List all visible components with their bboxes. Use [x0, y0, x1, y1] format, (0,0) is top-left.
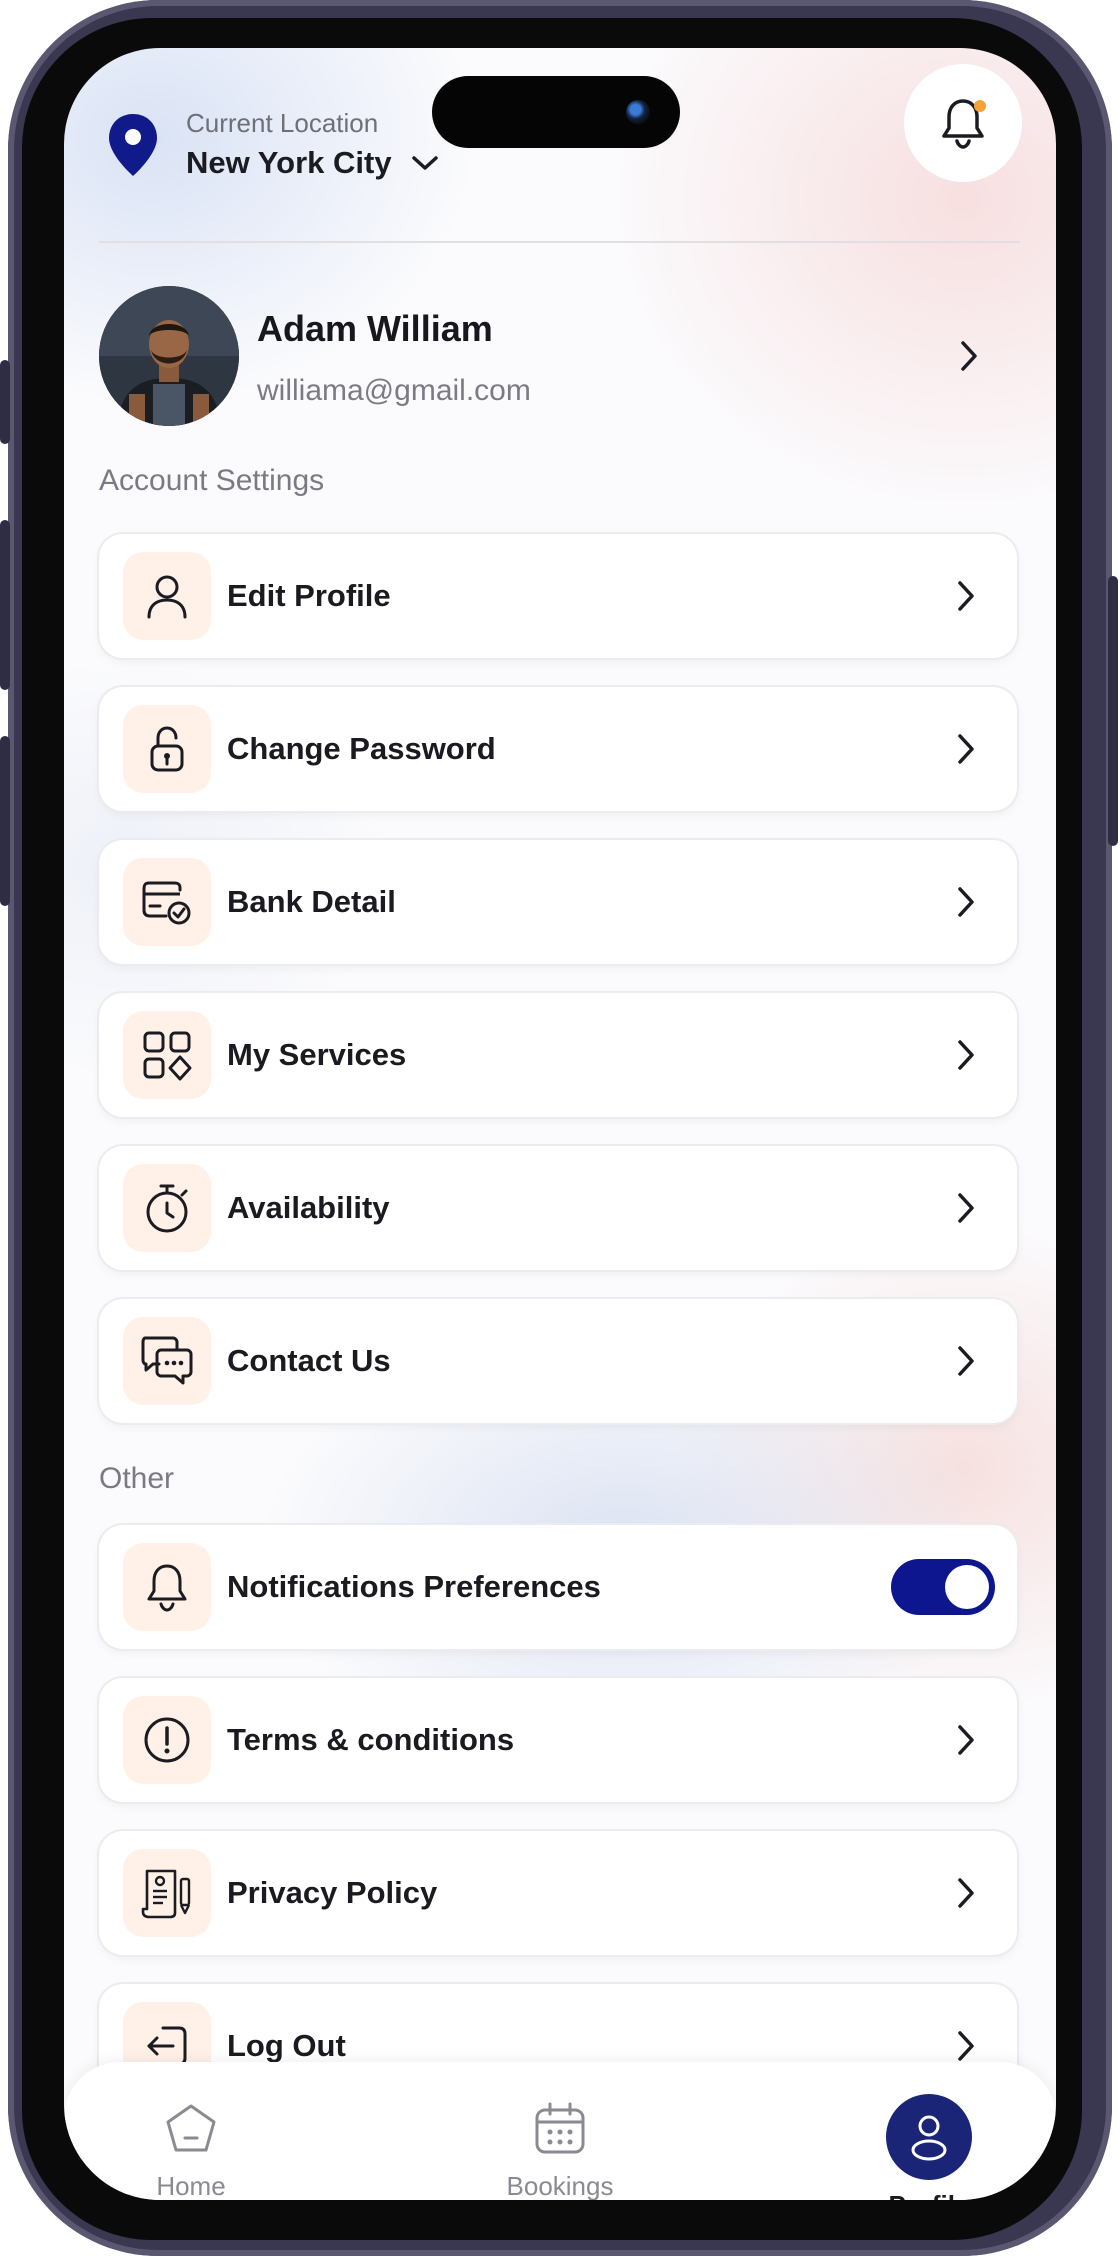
tab-profile[interactable]: Profile — [864, 2094, 994, 2200]
notifications-button[interactable] — [904, 64, 1022, 182]
edit-profile-button[interactable]: Edit Profile — [99, 534, 1017, 658]
my-services-label: My Services — [227, 1037, 407, 1072]
toggle-knob — [945, 1565, 989, 1609]
chevron-right-icon — [958, 1040, 974, 1070]
terms-conditions-label: Terms & conditions — [227, 1722, 515, 1757]
dynamic-island — [432, 76, 680, 148]
home-icon — [166, 2104, 216, 2152]
other-section-title: Other — [99, 1462, 175, 1495]
chevron-right-icon — [958, 1346, 974, 1376]
tab-bookings[interactable]: Bookings — [490, 2100, 630, 2200]
change-password-label: Change Password — [227, 731, 496, 766]
notification-dot — [974, 100, 986, 112]
account-settings-title: Account Settings — [99, 464, 325, 497]
chevron-right-icon — [958, 1878, 974, 1908]
phone-volume-down-button — [0, 736, 10, 906]
chevron-right-icon — [958, 1193, 974, 1223]
phone-power-button — [1108, 576, 1118, 846]
chevron-right-icon — [961, 341, 977, 371]
notifications-preferences-row: Notifications Preferences — [99, 1525, 1017, 1649]
tab-home-label: Home — [156, 2171, 226, 2200]
avatar — [99, 286, 239, 426]
bottom-tab-bar: Home Bookings Profile — [64, 2062, 1056, 2200]
privacy-policy-button[interactable]: Privacy Policy — [99, 1831, 1017, 1955]
tab-profile-label: Profile — [864, 2190, 994, 2200]
tab-bookings-label: Bookings — [506, 2171, 614, 2200]
privacy-policy-label: Privacy Policy — [227, 1875, 438, 1910]
alert-circle-icon — [123, 1696, 211, 1784]
contact-us-button[interactable]: Contact Us — [99, 1299, 1017, 1423]
terms-conditions-button[interactable]: Terms & conditions — [99, 1678, 1017, 1802]
profile-email: williama@gmail.com — [257, 374, 531, 407]
lock-icon — [123, 705, 211, 793]
chevron-right-icon — [958, 581, 974, 611]
chevron-right-icon — [958, 887, 974, 917]
my-services-button[interactable]: My Services — [99, 993, 1017, 1117]
change-password-button[interactable]: Change Password — [99, 687, 1017, 811]
stopwatch-icon — [123, 1164, 211, 1252]
bell-icon — [123, 1543, 211, 1631]
services-grid-icon — [123, 1011, 211, 1099]
location-selector[interactable]: Current Location New York City — [106, 108, 440, 181]
chat-bubbles-icon — [123, 1317, 211, 1405]
calendar-icon — [535, 2102, 585, 2154]
profile-icon — [911, 2115, 947, 2161]
tab-home[interactable]: Home — [126, 2100, 256, 2200]
location-value: New York City — [186, 145, 392, 180]
tab-profile-active-indicator — [886, 2094, 972, 2180]
user-icon — [123, 552, 211, 640]
chevron-right-icon — [958, 2031, 974, 2061]
profile-summary[interactable]: Adam William williama@gmail.com — [99, 286, 1020, 428]
camera-lens — [626, 100, 650, 124]
bank-detail-button[interactable]: Bank Detail — [99, 840, 1017, 964]
header-divider — [99, 241, 1020, 243]
phone-action-button — [0, 360, 10, 444]
location-pin-icon — [109, 113, 157, 176]
availability-button[interactable]: Availability — [99, 1146, 1017, 1270]
document-icon — [123, 1849, 211, 1937]
availability-label: Availability — [227, 1190, 390, 1225]
bank-detail-label: Bank Detail — [227, 884, 396, 919]
phone-volume-up-button — [0, 520, 10, 690]
location-label: Current Location — [186, 108, 379, 138]
notifications-toggle[interactable] — [891, 1559, 995, 1615]
card-check-icon — [123, 858, 211, 946]
screen: Current Location New York City Adam Will… — [64, 48, 1056, 2200]
chevron-right-icon — [958, 734, 974, 764]
chevron-down-icon — [411, 156, 438, 170]
profile-name: Adam William — [257, 308, 493, 349]
contact-us-label: Contact Us — [227, 1343, 391, 1378]
chevron-right-icon — [958, 1725, 974, 1755]
edit-profile-label: Edit Profile — [227, 578, 391, 613]
notifications-preferences-label: Notifications Preferences — [227, 1569, 601, 1604]
